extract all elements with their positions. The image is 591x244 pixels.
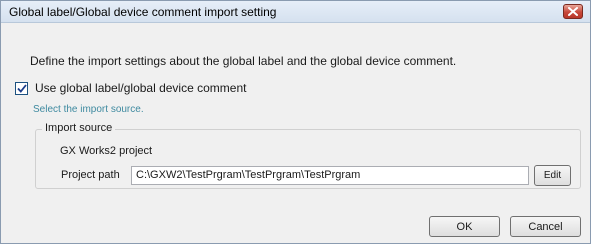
ok-button[interactable]: OK	[429, 216, 500, 237]
description-text: Define the import settings about the glo…	[30, 54, 457, 68]
edit-button[interactable]: Edit	[534, 165, 571, 186]
window-title: Global label/Global device comment impor…	[9, 5, 277, 19]
project-path-label: Project path	[61, 169, 120, 181]
project-path-field[interactable]: C:\GXW2\TestPrgram\TestPrgram\TestPrgram	[131, 166, 529, 185]
use-global-label: Use global label/global device comment	[35, 81, 247, 95]
close-button[interactable]	[563, 4, 583, 19]
checkmark-icon	[16, 83, 27, 93]
use-global-checkbox[interactable]	[15, 81, 28, 95]
use-global-checkbox-row[interactable]: Use global label/global device comment	[15, 81, 246, 95]
import-source-hint: Select the import source.	[33, 104, 144, 115]
close-icon	[568, 7, 578, 16]
import-source-legend: Import source	[42, 122, 116, 134]
import-setting-dialog: Global label/Global device comment impor…	[0, 0, 591, 244]
title-bar: Global label/Global device comment impor…	[1, 1, 590, 23]
source-project-type: GX Works2 project	[60, 145, 153, 157]
cancel-button[interactable]: Cancel	[510, 216, 581, 237]
import-source-group: Import source GX Works2 project Project …	[35, 122, 581, 189]
